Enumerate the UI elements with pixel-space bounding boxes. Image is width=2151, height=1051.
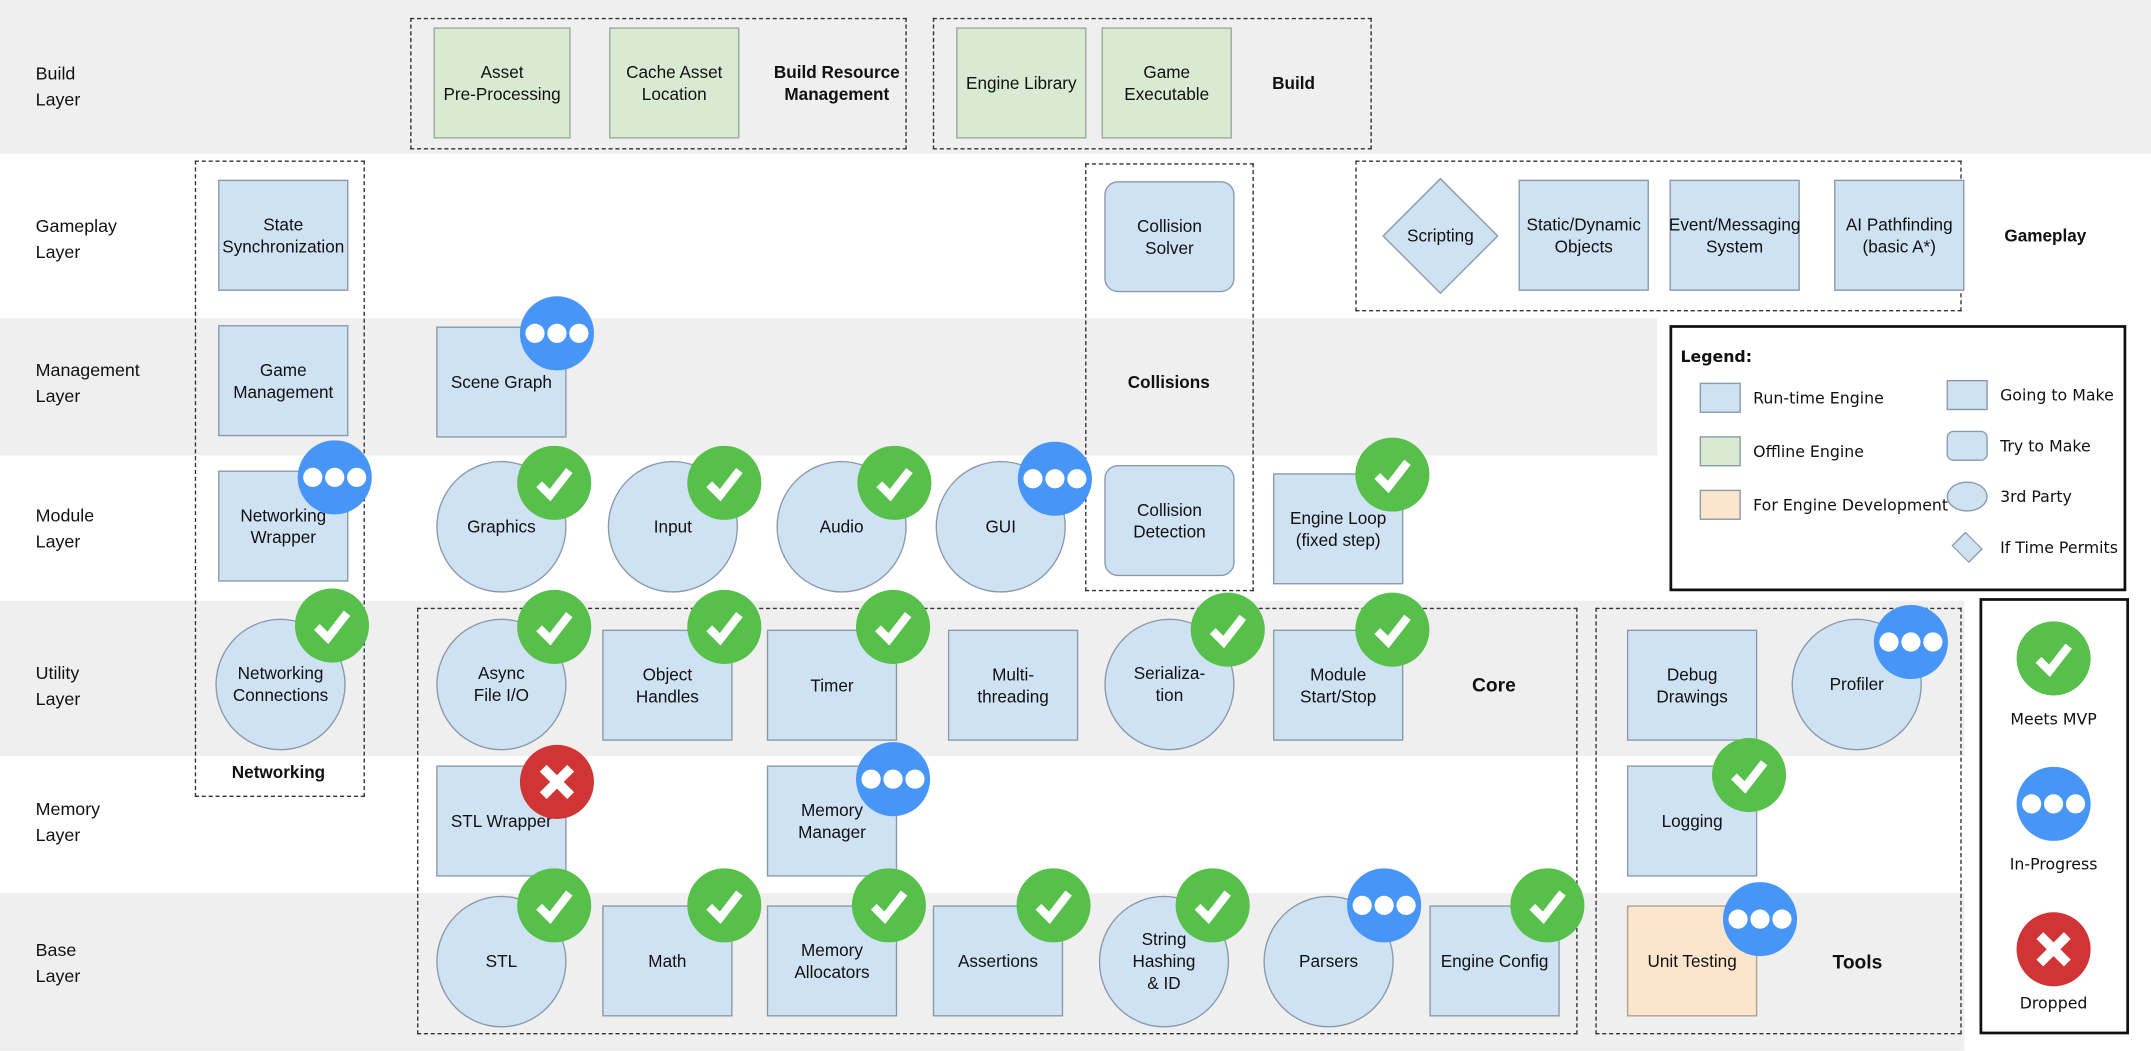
engine-architecture-diagram: Build Layer Gameplay Layer Management La…	[0, 0, 2151, 1051]
legend-label: Offline Engine	[1753, 441, 1865, 461]
legend-item-dev: For Engine Development	[1699, 489, 1949, 520]
status-legend-label: Meets MVP	[2010, 709, 2097, 729]
legend-label: For Engine Development	[1753, 495, 1949, 515]
checkmark-icon	[1355, 592, 1430, 667]
status-legend-label: Dropped	[2019, 993, 2088, 1013]
node-label: Scripting	[1407, 226, 1474, 246]
layer-label-gameplay: Gameplay Layer	[35, 215, 117, 263]
checkmark-icon	[1016, 868, 1091, 943]
node-game-executable: Game Executable	[1101, 27, 1232, 139]
legend-box: Legend: Run-time Engine Offline Engine For…	[1669, 325, 2127, 592]
diamond-shape-icon	[1947, 531, 1988, 564]
in-progress-dots-icon	[519, 296, 594, 371]
in-progress-dots-icon	[1347, 868, 1422, 943]
group-title-build: Build	[1272, 74, 1316, 94]
legend-label: Run-time Engine	[1753, 388, 1884, 408]
group-title-tools: Tools	[1832, 950, 1883, 973]
checkmark-icon	[517, 445, 592, 520]
legend-item-offline: Offline Engine	[1699, 436, 1865, 467]
in-progress-dots-icon	[1873, 604, 1948, 680]
group-title-core: Core	[1472, 673, 1516, 696]
legend-swatch	[1699, 382, 1741, 413]
legend-item-rounded: Try to Make	[1946, 430, 2091, 461]
node-debug-drawings: Debug Drawings	[1626, 629, 1758, 741]
checkmark-icon	[517, 868, 592, 943]
legend-swatch	[1699, 489, 1741, 520]
status-legend-label: In-Progress	[2009, 854, 2098, 874]
checkmark-icon	[687, 868, 762, 943]
node-engine-library: Engine Library	[956, 27, 1087, 139]
node-event-messaging-system: Event/Messaging System	[1669, 179, 1800, 291]
group-title-networking: Networking	[231, 762, 326, 782]
in-progress-dots-icon	[2016, 766, 2091, 841]
checkmark-icon	[851, 868, 926, 943]
node-collision-detection: Collision Detection	[1104, 465, 1235, 577]
group-title-build-resource-management: Build Resource Management	[773, 63, 900, 105]
checkmark-icon	[856, 589, 931, 664]
layer-label-memory: Memory Layer	[35, 798, 101, 846]
layer-label-management: Management Layer	[35, 359, 140, 407]
legend-item-square: Going to Make	[1946, 379, 2114, 411]
legend-swatch	[1699, 436, 1741, 467]
layer-label-base: Base Layer	[35, 939, 81, 987]
layer-label-module: Module Layer	[35, 504, 95, 552]
circle-shape-icon	[1946, 481, 1988, 512]
checkmark-icon	[1175, 868, 1250, 943]
x-mark-icon	[2016, 912, 2091, 987]
layer-label-utility: Utility Layer	[35, 662, 81, 710]
in-progress-dots-icon	[1017, 441, 1092, 516]
node-asset-pre-processing: Asset Pre-Processing	[433, 27, 571, 139]
node-scripting: Scripting	[1382, 177, 1499, 295]
x-mark-icon	[519, 744, 594, 819]
node-static-dynamic-objects: Static/Dynamic Objects	[1518, 179, 1649, 291]
checkmark-icon	[857, 445, 932, 520]
checkmark-icon	[294, 588, 370, 663]
checkmark-icon	[1712, 738, 1787, 813]
node-game-management: Game Management	[218, 325, 349, 437]
node-ai-pathfinding-basic-a: AI Pathfinding (basic A*)	[1834, 179, 1965, 291]
rounded-shape-icon	[1946, 430, 1988, 461]
checkmark-icon	[687, 589, 762, 664]
legend-title: Legend:	[1680, 347, 1753, 367]
legend-label: 3rd Party	[2000, 486, 2072, 507]
checkmark-icon	[687, 445, 762, 520]
in-progress-dots-icon	[856, 742, 931, 817]
node-cache-asset-location: Cache Asset Location	[609, 27, 740, 139]
node-multi-threading: Multi- threading	[947, 629, 1079, 741]
in-progress-dots-icon	[297, 440, 372, 515]
legend-label: If Time Permits	[2000, 537, 2118, 557]
checkmark-icon	[1190, 592, 1265, 667]
checkmark-icon	[1355, 437, 1430, 512]
node-collision-solver: Collision Solver	[1104, 181, 1235, 293]
legend-label: Try to Make	[2000, 436, 2091, 456]
checkmark-icon	[517, 589, 592, 664]
square-shape-icon	[1946, 379, 1988, 411]
checkmark-icon	[2016, 621, 2091, 696]
node-state-synchronization: State Synchronization	[218, 179, 349, 291]
legend-label: Going to Make	[2000, 385, 2114, 405]
in-progress-dots-icon	[1722, 882, 1798, 957]
group-title-collisions: Collisions	[1127, 373, 1210, 393]
group-title-gameplay: Gameplay	[2004, 226, 2087, 246]
layer-label-build: Build Layer	[35, 63, 81, 110]
status-legend-box: Meets MVP In-Progress Dropped	[1979, 598, 2130, 1035]
checkmark-icon	[1510, 868, 1585, 943]
legend-item-runtime: Run-time Engine	[1699, 382, 1884, 413]
legend-item-diamond: If Time Permits	[1947, 531, 2118, 564]
legend-item-circle: 3rd Party	[1946, 481, 2072, 512]
